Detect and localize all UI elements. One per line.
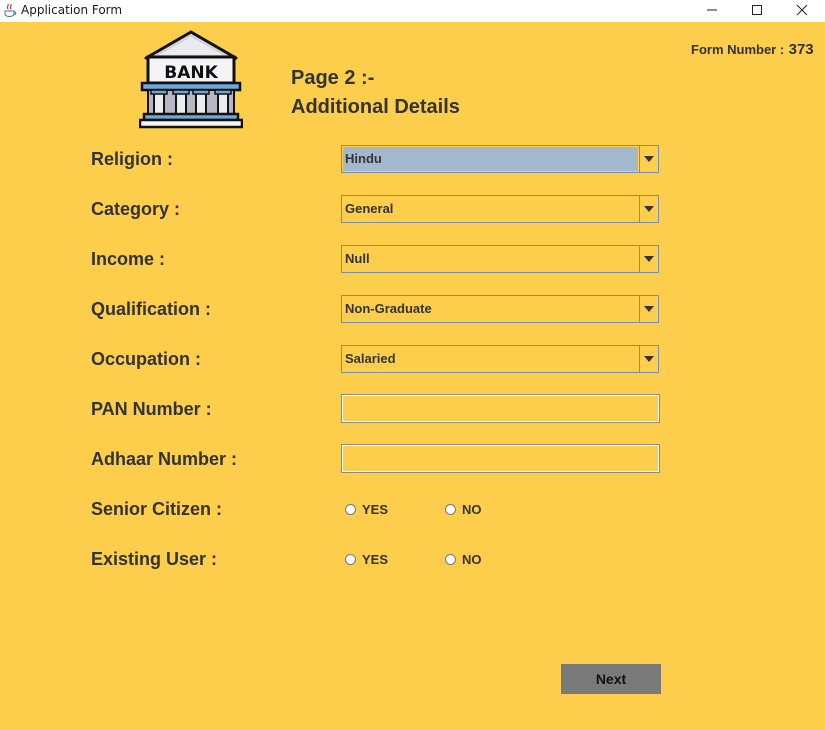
senior-citizen-yes-label: YES	[362, 501, 389, 517]
radio-circle[interactable]	[345, 503, 356, 515]
existing-user-no-label: NO	[462, 551, 482, 567]
religion-dropdown-button[interactable]	[639, 146, 658, 172]
bank-logo: BANK	[139, 30, 243, 129]
senior-citizen-no-label: NO	[462, 501, 482, 517]
minimize-button[interactable]	[692, 0, 732, 22]
chevron-down-icon	[644, 256, 654, 262]
pan-number-label: PAN Number :	[91, 399, 212, 419]
qualification-dropdown-button[interactable]	[639, 296, 658, 322]
chevron-down-icon	[644, 356, 654, 362]
income-dropdown-button[interactable]	[639, 246, 658, 272]
radio-circle[interactable]	[345, 553, 356, 565]
adhaar-number-input[interactable]	[341, 444, 660, 473]
religion-value: Hindu	[343, 147, 638, 171]
occupation-dropdown[interactable]: Salaried	[341, 345, 659, 373]
java-cup-icon	[4, 3, 17, 18]
occupation-value: Salaried	[345, 351, 396, 366]
category-value: General	[345, 201, 394, 216]
page-title-line1: Page 2 :-	[291, 67, 375, 89]
chevron-down-icon	[644, 206, 654, 212]
category-dropdown-button[interactable]	[639, 196, 658, 222]
form-number-value: 373	[788, 41, 814, 58]
form-number-label: Form Number :	[691, 42, 785, 57]
page-title-line2: Additional Details	[291, 96, 460, 118]
svg-text:BANK: BANK	[164, 63, 218, 83]
form-panel: BANK Page 2 :- Additional Details Form N…	[0, 22, 825, 730]
religion-label: Religion :	[91, 149, 173, 169]
qualification-value: Non-Graduate	[345, 301, 432, 316]
window-title: Application Form	[21, 3, 123, 17]
close-button[interactable]	[782, 0, 822, 22]
chevron-down-icon	[644, 156, 654, 162]
radio-circle[interactable]	[445, 503, 456, 515]
page-title: Page 2 :- Additional Details	[291, 64, 460, 122]
radio-circle[interactable]	[445, 553, 456, 565]
adhaar-number-label: Adhaar Number :	[91, 449, 238, 469]
religion-dropdown[interactable]: Hindu	[341, 145, 659, 173]
existing-user-label: Existing User :	[91, 549, 218, 569]
qualification-dropdown[interactable]: Non-Graduate	[341, 295, 659, 323]
senior-citizen-label: Senior Citizen :	[91, 499, 223, 519]
income-label: Income :	[91, 249, 166, 269]
existing-user-no-radio[interactable]: NO	[445, 550, 482, 568]
existing-user-yes-label: YES	[362, 551, 389, 567]
next-button[interactable]: Next	[561, 664, 661, 694]
pan-number-input[interactable]	[341, 394, 660, 423]
maximize-button[interactable]	[737, 0, 777, 22]
qualification-label: Qualification :	[91, 299, 212, 319]
occupation-label: Occupation :	[91, 349, 202, 369]
existing-user-yes-radio[interactable]: YES	[345, 550, 388, 568]
senior-citizen-no-radio[interactable]: NO	[445, 500, 482, 518]
chevron-down-icon	[644, 306, 654, 312]
close-icon	[796, 4, 808, 16]
income-value: Null	[345, 251, 370, 266]
category-label: Category :	[91, 199, 181, 219]
senior-citizen-yes-radio[interactable]: YES	[345, 500, 388, 518]
maximize-icon	[752, 5, 762, 15]
window-title-bar: Application Form	[0, 0, 825, 22]
income-dropdown[interactable]: Null	[341, 245, 659, 273]
form-number: Form Number : 373	[691, 41, 814, 59]
category-dropdown[interactable]: General	[341, 195, 659, 223]
occupation-dropdown-button[interactable]	[639, 346, 658, 372]
minimize-icon	[707, 9, 717, 11]
